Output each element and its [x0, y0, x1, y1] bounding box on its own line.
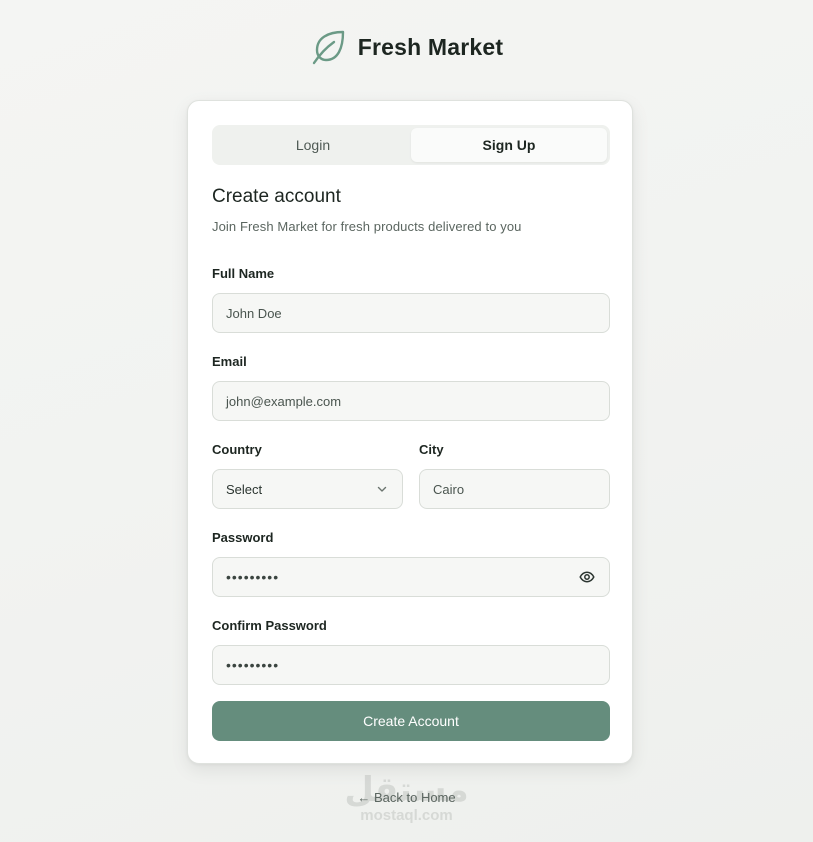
confirm-password-input[interactable]: ••••••••• [212, 645, 610, 685]
password-label: Password [212, 530, 274, 545]
signup-card: Login Sign Up Create account Join Fresh … [187, 100, 633, 764]
chevron-down-icon [375, 482, 389, 496]
eye-icon[interactable] [578, 568, 596, 586]
back-to-home-link[interactable]: ← Back to Home [0, 790, 813, 805]
city-value: Cairo [433, 481, 465, 497]
confirm-password-value: ••••••••• [226, 657, 280, 673]
email-value: john@example.com [226, 393, 342, 409]
country-select[interactable]: Select [212, 469, 403, 509]
email-input[interactable]: john@example.com [212, 381, 610, 421]
full-name-value: John Doe [226, 305, 282, 321]
full-name-input[interactable]: John Doe [212, 293, 610, 333]
country-label: Country [212, 442, 262, 457]
password-input[interactable]: ••••••••• [212, 557, 610, 597]
brand-name: Fresh Market [357, 33, 504, 60]
password-value: ••••••••• [226, 569, 280, 585]
tab-login[interactable]: Login [215, 128, 411, 162]
tab-sign-up[interactable]: Sign Up [411, 128, 607, 162]
full-name-label: Full Name [212, 266, 275, 281]
create-account-button[interactable]: Create Account [212, 701, 610, 741]
brand-header: Fresh Market [0, 28, 813, 66]
watermark-latin: mostaql.com [360, 807, 453, 824]
confirm-password-label: Confirm Password [212, 618, 327, 633]
auth-tabs: Login Sign Up [212, 125, 610, 165]
form-title: Create account [212, 186, 341, 207]
city-input[interactable]: Cairo [419, 469, 610, 509]
email-label: Email [212, 354, 247, 369]
city-label: City [419, 442, 444, 457]
country-value: Select [226, 481, 263, 497]
leaf-icon [310, 28, 348, 66]
form-subtitle: Join Fresh Market for fresh products del… [212, 219, 522, 234]
